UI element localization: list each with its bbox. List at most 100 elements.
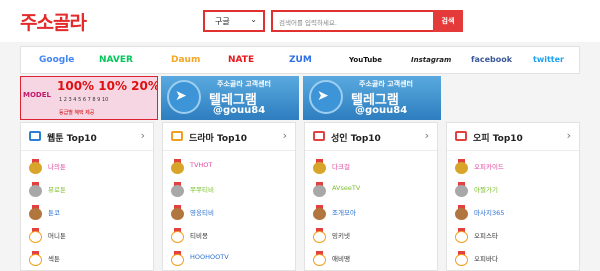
rank-item[interactable]: 다크걸 bbox=[313, 159, 433, 175]
site-logo[interactable]: 주소골라 bbox=[20, 8, 87, 35]
medal-icon bbox=[29, 205, 42, 220]
ticket-icon bbox=[455, 131, 467, 141]
rank-item-name[interactable]: 뮤로툰 bbox=[48, 184, 66, 194]
rank-item[interactable]: AVseeTV bbox=[313, 182, 433, 198]
rank-item-name[interactable]: AVseeTV bbox=[332, 184, 360, 192]
rank-item[interactable]: 나의툰 bbox=[29, 159, 149, 175]
card-header[interactable]: 웹툰 Top10 › bbox=[21, 123, 153, 151]
card-title: 성인 Top10 bbox=[331, 134, 381, 144]
rank-item-name[interactable]: 애비땡 bbox=[332, 253, 350, 263]
partner-link-zum[interactable]: ZUM bbox=[289, 55, 312, 65]
paper-plane-icon: ➤ bbox=[317, 88, 329, 104]
rank-item-name[interactable]: 쭈쭈티비 bbox=[190, 184, 214, 194]
medal-rank-label bbox=[313, 185, 326, 197]
top10-card: 드라마 Top10 › TVHOT 쭈쭈티비영웅티비 4 티비몽 5 HOOHOOTV bbox=[162, 122, 296, 271]
card-header[interactable]: 성인 Top10 › bbox=[305, 123, 437, 151]
medal-rank-label bbox=[171, 162, 184, 174]
medal-icon bbox=[171, 205, 184, 220]
chevron-right-icon[interactable]: › bbox=[425, 129, 429, 142]
card-title: 웹툰 Top10 bbox=[47, 134, 97, 144]
medal-icon bbox=[171, 159, 184, 174]
rank-item[interactable]: 뮤로툰 bbox=[29, 182, 149, 198]
medal-rank-label: 5 bbox=[171, 254, 184, 266]
partner-link-google[interactable]: Google bbox=[39, 55, 74, 65]
clapper-icon bbox=[171, 131, 183, 141]
rank-item-name[interactable]: 섹툰 bbox=[48, 253, 60, 263]
rank-item[interactable]: 5 섹툰 bbox=[29, 251, 149, 267]
partner-link-facebook[interactable]: facebook bbox=[471, 55, 512, 64]
partner-link-youtube[interactable]: YouTube bbox=[349, 56, 382, 64]
medal-rank-label: 5 bbox=[313, 254, 326, 266]
rank-item-name[interactable]: 머니툰 bbox=[48, 230, 66, 240]
rank-item[interactable]: TVHOT bbox=[171, 159, 291, 175]
rank-item-name[interactable]: 밍키넷 bbox=[332, 230, 350, 240]
rank-item[interactable]: 오피카이드 bbox=[455, 159, 575, 175]
medal-icon: 5 bbox=[455, 251, 468, 266]
rank-item[interactable]: 쭈쭈티비 bbox=[171, 182, 291, 198]
paper-plane-icon: ➤ bbox=[175, 88, 187, 104]
telegram-banner-handle: @gouu84 bbox=[355, 105, 408, 116]
medal-icon: 4 bbox=[455, 228, 468, 243]
medal-rank-label bbox=[455, 185, 468, 197]
top10-card: 웹툰 Top10 › 나의툰뮤로툰툰코 4 머니툰 5 섹툰 bbox=[20, 122, 154, 271]
rank-item[interactable]: 4 밍키넷 bbox=[313, 228, 433, 244]
partner-link-twitter[interactable]: twitter bbox=[533, 55, 564, 64]
model-banner-note: 등급별 혜택 제공 bbox=[59, 110, 95, 116]
partner-link-nate[interactable]: NATE bbox=[228, 55, 254, 65]
rank-item[interactable]: 4 오피스타 bbox=[455, 228, 575, 244]
medal-icon bbox=[29, 182, 42, 197]
rank-item-name[interactable]: 오피바다 bbox=[474, 253, 498, 263]
chevron-right-icon[interactable]: › bbox=[141, 129, 145, 142]
partner-link-bar: Google NAVER Daum NATE ZUM YouTube Insta… bbox=[20, 46, 580, 74]
medal-icon bbox=[455, 205, 468, 220]
model-banner[interactable]: MODEL 100% 10% 20% 1 2 3 4 5 6 7 8 9 10 … bbox=[20, 76, 158, 120]
medal-rank-label bbox=[313, 162, 326, 174]
rank-item[interactable]: 5 HOOHOOTV bbox=[171, 251, 291, 267]
rank-item[interactable]: 툰코 bbox=[29, 205, 149, 221]
top10-card: 오피 Top10 › 오피카이드아찔가기마사지365 4 오피스타 5 오피바다 bbox=[446, 122, 580, 271]
partner-link-daum[interactable]: Daum bbox=[171, 55, 200, 65]
card-title: 드라마 Top10 bbox=[189, 134, 248, 144]
search-button[interactable]: 검색 bbox=[433, 10, 463, 32]
partner-link-instagram[interactable]: Instagram bbox=[411, 56, 451, 64]
rank-item-name[interactable]: 아찔가기 bbox=[474, 184, 498, 194]
medal-icon: 5 bbox=[29, 251, 42, 266]
card-header[interactable]: 오피 Top10 › bbox=[447, 123, 579, 151]
rank-item-name[interactable]: 조개모아 bbox=[332, 207, 356, 217]
rank-item[interactable]: 4 머니툰 bbox=[29, 228, 149, 244]
rank-item-name[interactable]: HOOHOOTV bbox=[190, 253, 229, 261]
medal-icon bbox=[313, 182, 326, 197]
rank-item[interactable]: 4 티비몽 bbox=[171, 228, 291, 244]
telegram-banner[interactable]: ➤ 주소골라 고객센터 텔레그램 @gouu84 bbox=[303, 76, 441, 120]
rank-item[interactable]: 영웅티비 bbox=[171, 205, 291, 221]
rank-item-name[interactable]: 오피카이드 bbox=[474, 161, 504, 171]
model-banner-rates: 100% 10% 20% bbox=[57, 79, 158, 93]
search-input[interactable]: 검색어를 입력하세요. bbox=[271, 10, 435, 32]
medal-icon bbox=[313, 205, 326, 220]
search-engine-value: 구글 bbox=[215, 17, 230, 26]
rank-item-name[interactable]: 다크걸 bbox=[332, 161, 350, 171]
rank-item-name[interactable]: 영웅티비 bbox=[190, 207, 214, 217]
medal-icon bbox=[455, 182, 468, 197]
rank-item[interactable]: 5 오피바다 bbox=[455, 251, 575, 267]
card-header[interactable]: 드라마 Top10 › bbox=[163, 123, 295, 151]
rank-item[interactable]: 마사지365 bbox=[455, 205, 575, 221]
medal-rank-label bbox=[455, 208, 468, 220]
chevron-right-icon[interactable]: › bbox=[567, 129, 571, 142]
rank-item-name[interactable]: 나의툰 bbox=[48, 161, 66, 171]
telegram-banner[interactable]: ➤ 주소골라 고객센터 텔레그램 @gouu84 bbox=[161, 76, 299, 120]
rank-item[interactable]: 5 애비땡 bbox=[313, 251, 433, 267]
rank-item-name[interactable]: 툰코 bbox=[48, 207, 60, 217]
banner-row: MODEL 100% 10% 20% 1 2 3 4 5 6 7 8 9 10 … bbox=[20, 76, 580, 120]
rank-item-name[interactable]: 티비몽 bbox=[190, 230, 208, 240]
chevron-right-icon[interactable]: › bbox=[283, 129, 287, 142]
medal-icon bbox=[313, 159, 326, 174]
rank-item[interactable]: 아찔가기 bbox=[455, 182, 575, 198]
rank-item[interactable]: 조개모아 bbox=[313, 205, 433, 221]
rank-item-name[interactable]: 오피스타 bbox=[474, 230, 498, 240]
partner-link-naver[interactable]: NAVER bbox=[99, 55, 133, 65]
rank-item-name[interactable]: 마사지365 bbox=[474, 207, 504, 217]
adult-icon bbox=[313, 131, 325, 141]
rank-item-name[interactable]: TVHOT bbox=[190, 161, 212, 169]
search-engine-select[interactable]: 구글 ⌄ bbox=[203, 10, 265, 32]
